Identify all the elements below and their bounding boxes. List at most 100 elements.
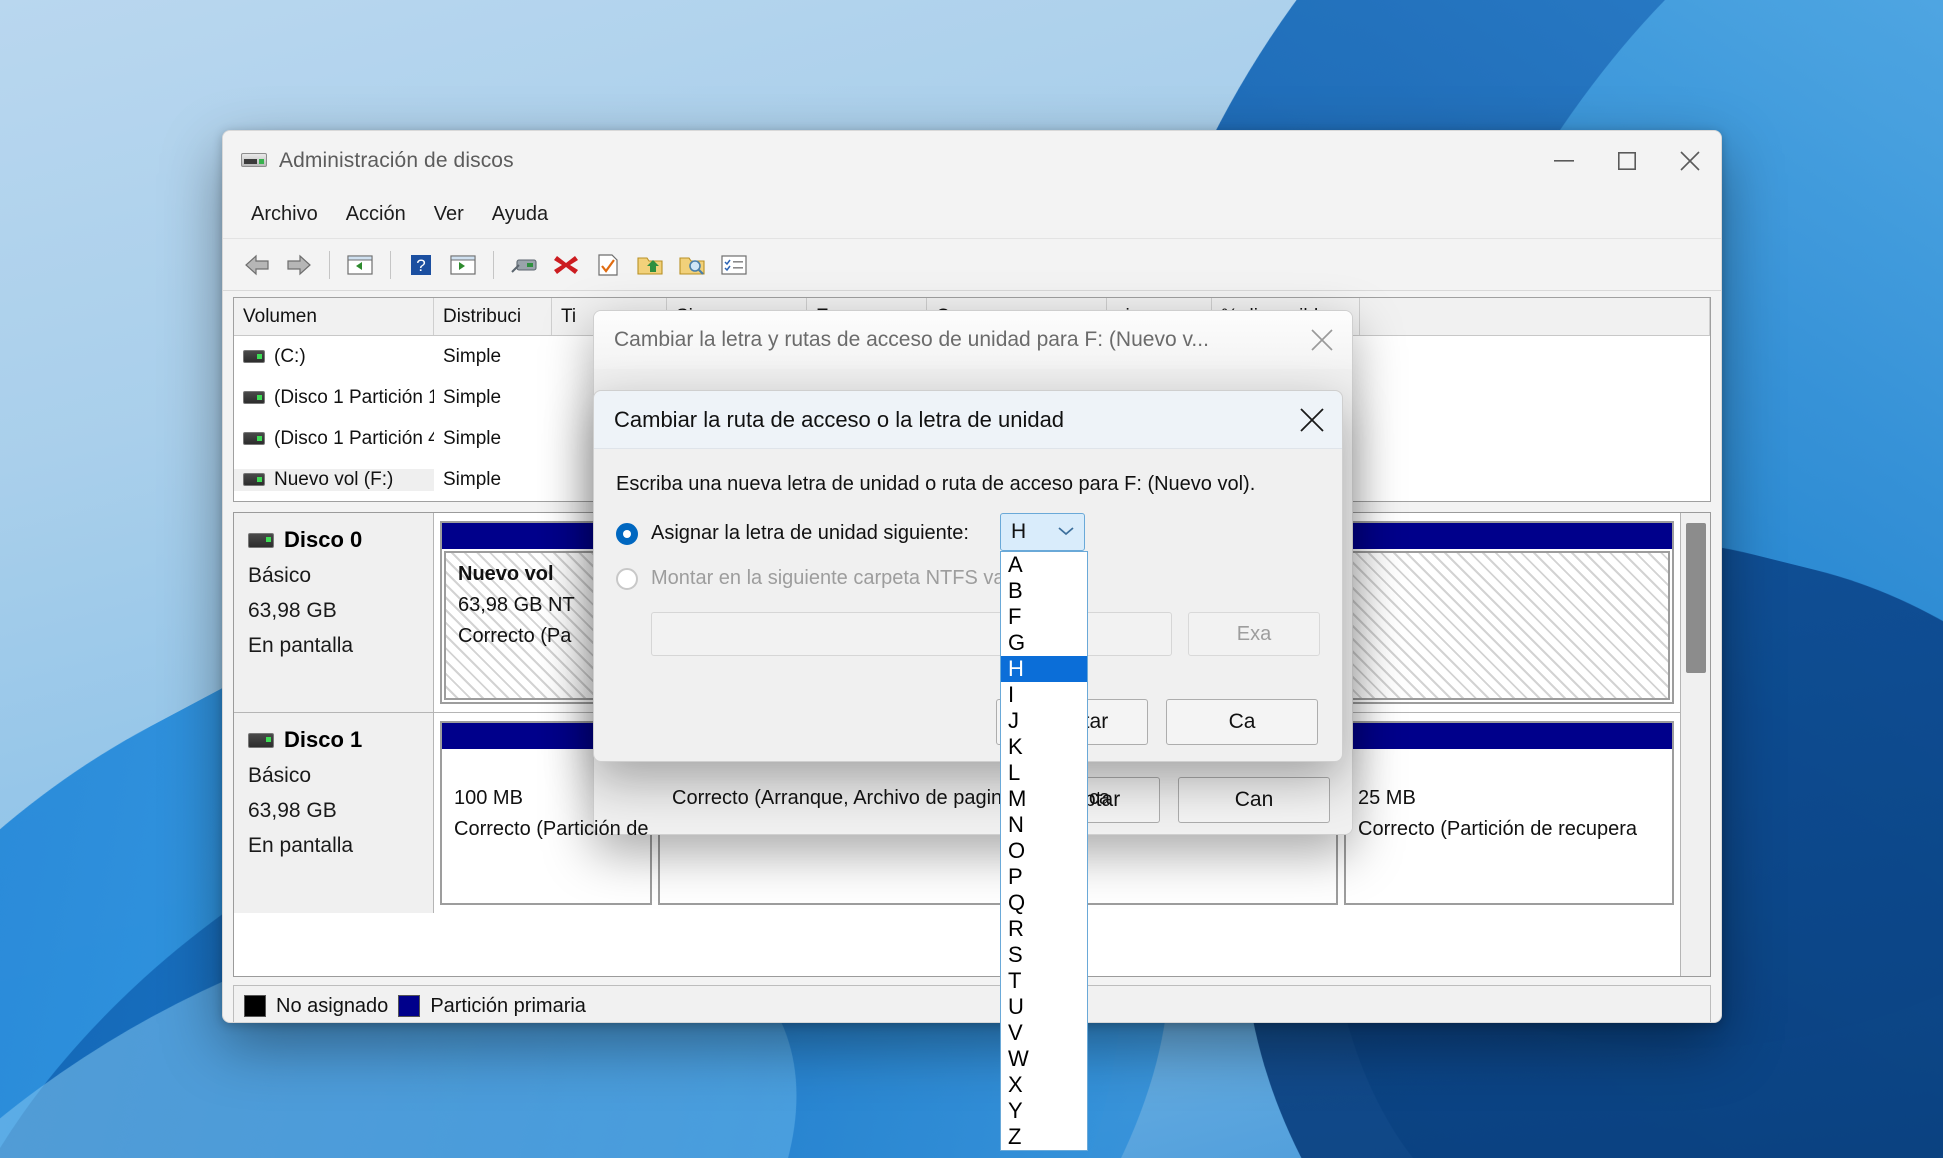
- page-title: Administración de discos: [279, 149, 514, 172]
- menu-archivo[interactable]: Archivo: [237, 197, 332, 232]
- drive-letter-option[interactable]: F: [1001, 604, 1087, 630]
- drive-letter-option[interactable]: M: [1001, 786, 1087, 812]
- volume-icon: [243, 473, 265, 486]
- drive-letter-option[interactable]: I: [1001, 682, 1087, 708]
- disk-size-0: 63,98 GB: [248, 599, 337, 622]
- column-extra[interactable]: [1360, 298, 1710, 335]
- folder-up-icon[interactable]: [630, 245, 670, 285]
- checklist-document-icon[interactable]: [588, 245, 628, 285]
- show-console-tree-icon[interactable]: [340, 245, 380, 285]
- radio-button-assign[interactable]: [616, 522, 638, 545]
- toolbar-separator: [390, 250, 391, 279]
- radio-assign-label: Asignar la letra de unidad siguiente:: [651, 522, 969, 544]
- legend-label: Partición primaria: [430, 994, 586, 1017]
- drive-letter-option[interactable]: W: [1001, 1046, 1087, 1072]
- drive-letter-option[interactable]: U: [1001, 994, 1087, 1020]
- legend-item-primary: Partición primaria: [398, 995, 586, 1018]
- drive-letter-option[interactable]: B: [1001, 578, 1087, 604]
- forward-arrow-icon[interactable]: [279, 245, 319, 285]
- drive-letter-option[interactable]: G: [1001, 630, 1087, 656]
- disk-management-window: Administración de discos Archivo Acción …: [222, 130, 1722, 1023]
- drive-letter-option[interactable]: L: [1001, 760, 1087, 786]
- close-icon[interactable]: [1282, 391, 1342, 449]
- dialog-titlebar: Cambiar la ruta de acceso o la letra de …: [594, 391, 1342, 449]
- drive-letter-option[interactable]: Z: [1001, 1124, 1087, 1150]
- drive-letter-option[interactable]: O: [1001, 838, 1087, 864]
- disk-properties-icon[interactable]: [504, 245, 544, 285]
- volume-icon: [243, 350, 265, 363]
- disk-name-label: Disco 0: [284, 527, 363, 552]
- drive-letter-option[interactable]: N: [1001, 812, 1087, 838]
- folder-search-icon[interactable]: [672, 245, 712, 285]
- delete-icon[interactable]: [546, 245, 586, 285]
- partition-size: 25 MB: [1358, 787, 1416, 809]
- menu-accion[interactable]: Acción: [332, 197, 420, 232]
- help-icon[interactable]: ?: [401, 245, 441, 285]
- cell-distribucion: Simple: [443, 386, 502, 408]
- scrollbar-thumb[interactable]: [1686, 523, 1706, 673]
- partition-recovery[interactable]: 25 MB Correcto (Partición de recupera: [1344, 721, 1674, 905]
- toolbar: ?: [223, 239, 1721, 291]
- cell-volumen: Nuevo vol (F:): [234, 468, 434, 491]
- close-icon[interactable]: [1292, 311, 1352, 369]
- cell-volumen-label: Nuevo vol (F:): [274, 468, 394, 490]
- drive-letter-option[interactable]: X: [1001, 1072, 1087, 1098]
- cell-volumen: (Disco 1 Partición 1): [234, 387, 434, 409]
- toolbar-separator: [329, 250, 330, 279]
- cell-volumen: (C:): [234, 346, 434, 368]
- back-arrow-icon[interactable]: [237, 245, 277, 285]
- toolbar-separator: [493, 250, 494, 279]
- dialog-hint: Escriba una nueva letra de unidad o ruta…: [616, 473, 1256, 495]
- disk-type-1: Básico: [248, 764, 312, 787]
- chevron-down-icon[interactable]: [1057, 524, 1075, 542]
- maximize-button[interactable]: [1595, 131, 1658, 191]
- column-volumen[interactable]: Volumen: [234, 298, 434, 335]
- minimize-button[interactable]: [1532, 131, 1595, 191]
- disk-type-0: Básico: [248, 564, 312, 587]
- drive-letter-option[interactable]: Q: [1001, 890, 1087, 916]
- drive-letter-option[interactable]: S: [1001, 942, 1087, 968]
- drive-letter-option[interactable]: K: [1001, 734, 1087, 760]
- drive-letter-option[interactable]: R: [1001, 916, 1087, 942]
- dialog-footer: Aceptar Ca: [594, 683, 1342, 761]
- properties-list-icon[interactable]: [714, 245, 754, 285]
- window-controls: [1532, 131, 1721, 191]
- disk-info-1[interactable]: Disco 1 Básico 63,98 GB En pantalla: [234, 713, 434, 913]
- drive-letter-value: H: [1011, 520, 1027, 543]
- disk-title-0: Disco 0: [248, 527, 433, 553]
- drive-letter-option[interactable]: V: [1001, 1020, 1087, 1046]
- disk-drive-icon: [248, 532, 274, 548]
- volume-icon: [243, 432, 265, 445]
- drive-letter-option[interactable]: P: [1001, 864, 1087, 890]
- window-titlebar: Administración de discos: [223, 131, 1721, 191]
- cell-distribucion: Simple: [443, 345, 502, 367]
- disk-view-scrollbar[interactable]: [1680, 513, 1710, 976]
- drive-letter-option[interactable]: A: [1001, 552, 1087, 578]
- legend-item-unallocated: No asignado: [244, 995, 388, 1018]
- show-action-pane-icon[interactable]: [443, 245, 483, 285]
- menu-bar: Archivo Acción Ver Ayuda: [223, 191, 1721, 239]
- cell-volumen-label: (Disco 1 Partición 4): [274, 427, 434, 449]
- radio-assign-letter[interactable]: Asignar la letra de unidad siguiente:: [616, 522, 1320, 545]
- disk-size-1: 63,98 GB: [248, 799, 337, 822]
- partition-color-bar: [1346, 723, 1672, 749]
- cell-volumen: (Disco 1 Partición 4): [234, 428, 434, 450]
- partition-size: 100 MB: [454, 787, 523, 809]
- disk-state-1: En pantalla: [248, 834, 354, 857]
- menu-ayuda[interactable]: Ayuda: [478, 197, 562, 232]
- cell-distribucion: Simple: [443, 427, 502, 449]
- drive-letter-option[interactable]: Y: [1001, 1098, 1087, 1124]
- drive-letter-option[interactable]: T: [1001, 968, 1087, 994]
- disk-info-0[interactable]: Disco 0 Básico 63,98 GB En pantalla: [234, 513, 434, 712]
- disk-drive-icon: [248, 732, 274, 748]
- dialog-titlebar: Cambiar la letra y rutas de acceso de un…: [594, 311, 1352, 369]
- drive-letter-combobox[interactable]: H: [1000, 513, 1085, 551]
- column-distribucion[interactable]: Distribuci: [434, 298, 552, 335]
- drive-letter-option[interactable]: H: [1001, 656, 1087, 682]
- drive-letter-dropdown-list[interactable]: ABFGHIJKLMNOPQRSTUVWXYZ: [1000, 551, 1088, 1151]
- legend-swatch: [398, 995, 421, 1017]
- close-button[interactable]: [1658, 131, 1721, 191]
- cancel-button[interactable]: Ca: [1166, 699, 1318, 745]
- drive-letter-option[interactable]: J: [1001, 708, 1087, 734]
- menu-ver[interactable]: Ver: [420, 197, 478, 232]
